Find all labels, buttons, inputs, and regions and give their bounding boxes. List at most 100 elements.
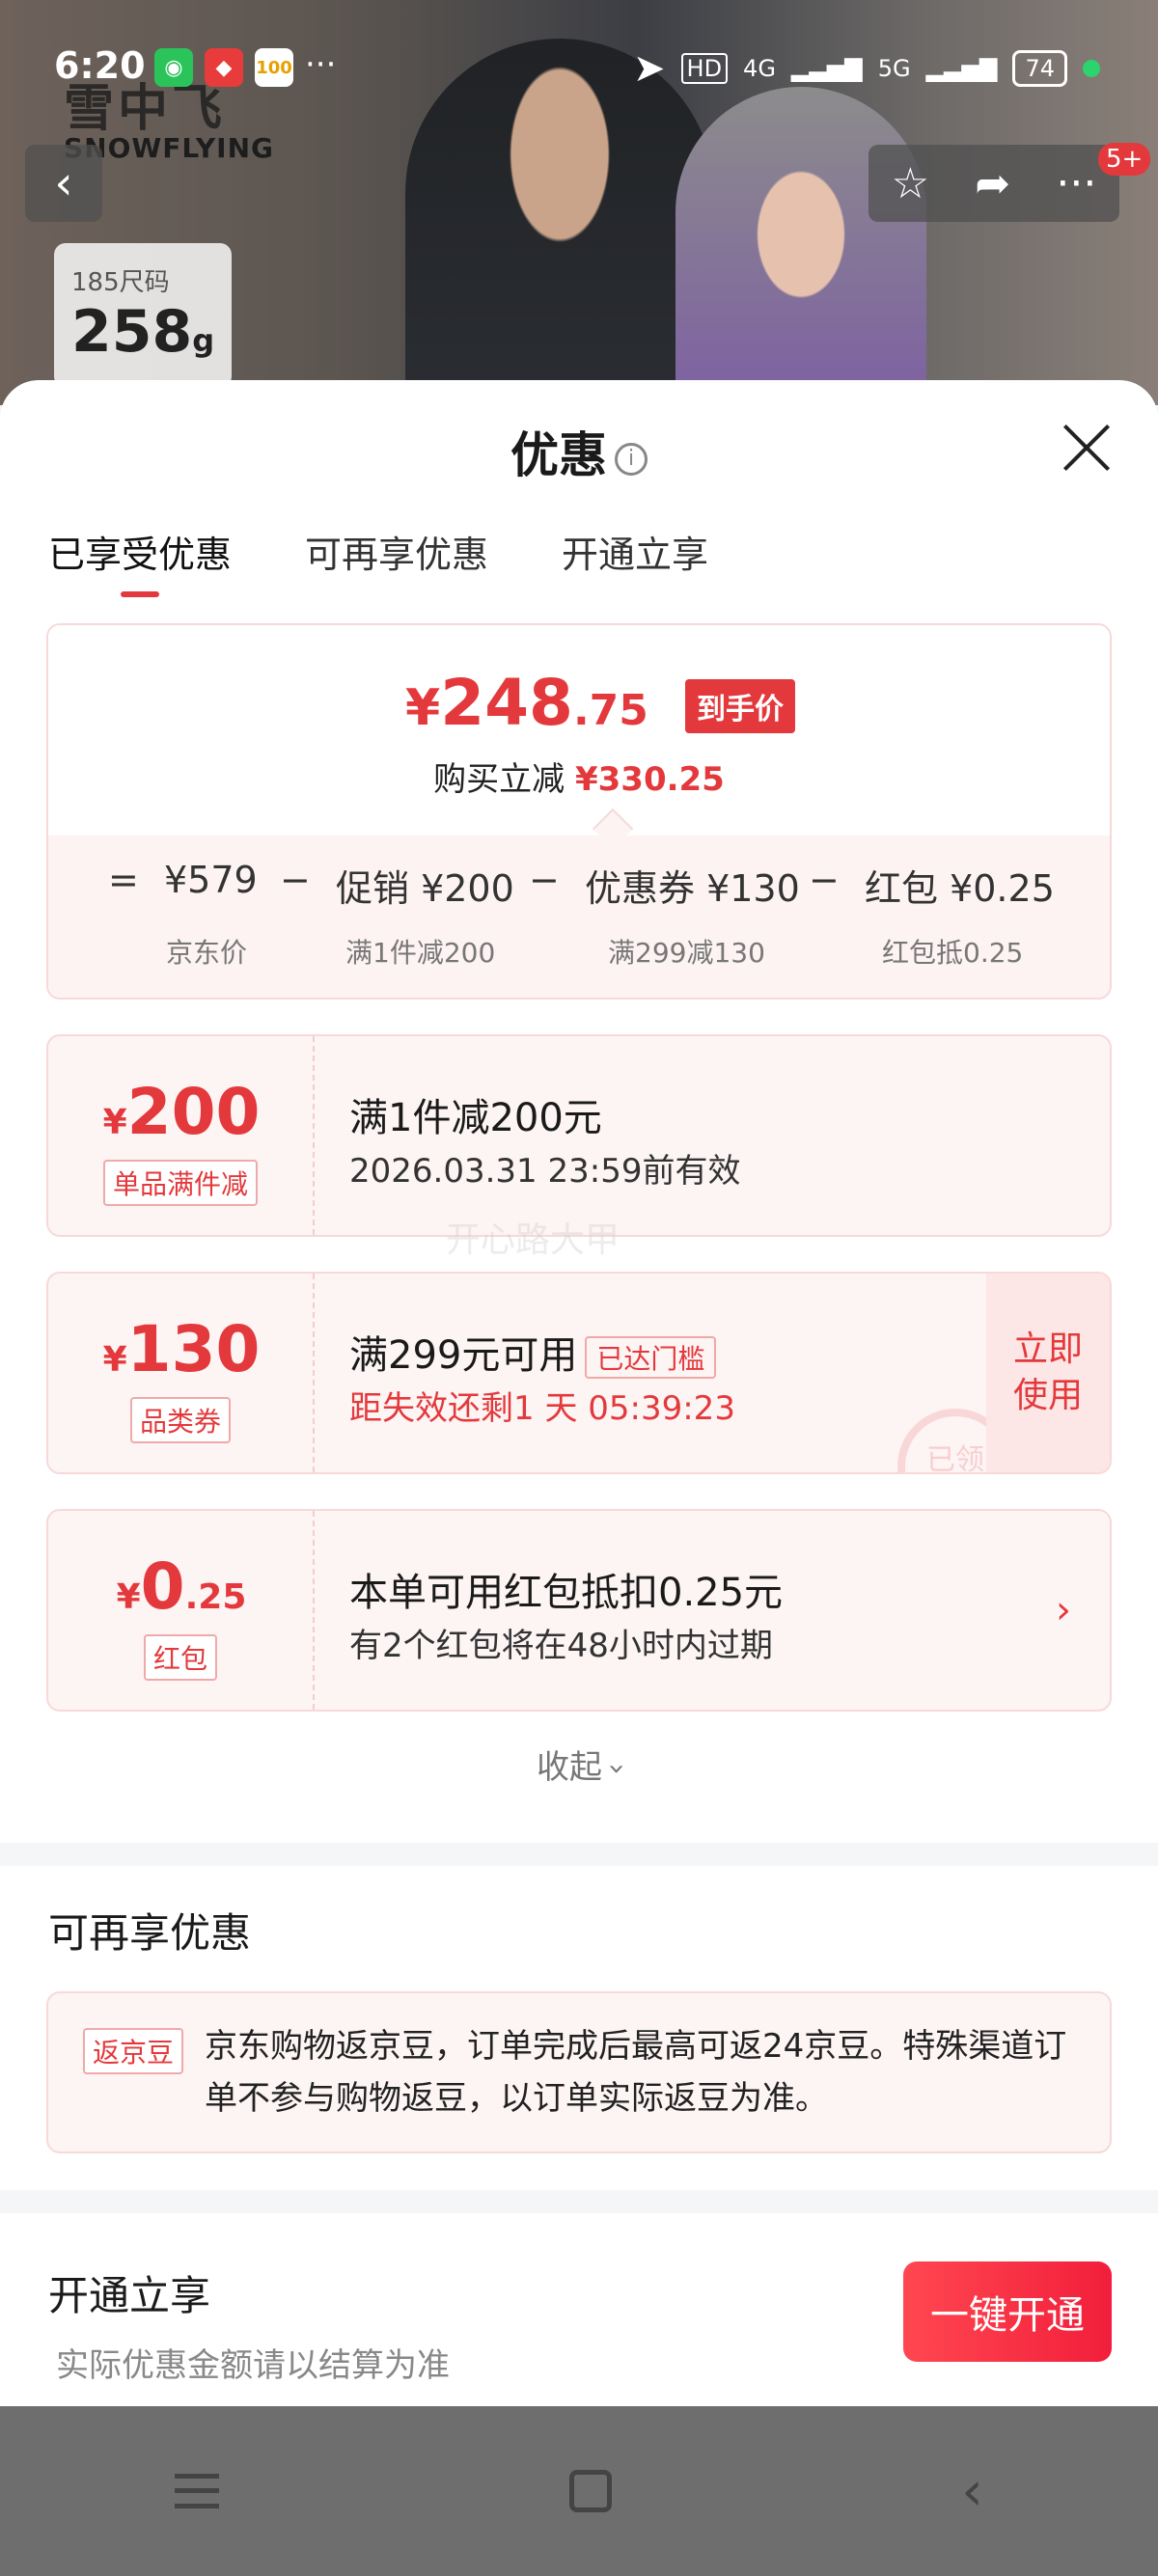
price-currency: ¥ [405,679,441,737]
coupon-countdown: 距失效还剩1 天 05:39:23 [349,1389,735,1428]
sheet-title-text: 优惠 [510,427,607,483]
jd-bean-card: 返京豆 京东购物返京豆，订单完成后最高可返24京豆。特殊渠道订单不参与购物返豆，… [46,1991,1112,2153]
one-click-open-button[interactable]: 一键开通 [903,2261,1112,2362]
message-badge: 5+ [1098,143,1151,176]
redpacket-amount: 红包 ¥0.25 [865,867,1055,910]
location-icon: ➤ [633,46,666,91]
final-price-tag: 到手价 [685,679,795,733]
save-label: 购买立减 [433,760,565,799]
promo-label: 满1件减200 [345,937,496,969]
status-time: 6:20 [54,44,146,87]
coupon-amount-block: ¥0.25 [48,1549,315,1624]
model-woman-image [676,87,926,415]
final-price: ¥248.75 [405,666,648,740]
more-notifications-icon: ··· [305,45,337,84]
minus-sign-3: − [809,859,840,901]
status-bar: 6:20 ◉ ◆ 100 ··· ➤ HD 4G ▂▃▅▇ 5G ▂▃▅▇ 74 [0,39,1158,96]
use-now-label: 立即使用 [1012,1329,1083,1415]
summary-top: ¥248.75 到手价 购买立减 ¥330.25 [48,625,1110,836]
coupon-left: ¥0.25 红包 [48,1511,315,1710]
coupon-left: ¥130 品类券 [48,1274,315,1472]
menu-icon[interactable] [175,2474,220,2508]
coupon-label: 满299减130 [608,937,765,969]
price-dec: .75 [572,686,648,735]
redpacket-expiry-note: 有2个红包将在48小时内过期 [349,1627,773,1665]
coupon-card-redpacket[interactable]: ¥0.25 红包 本单可用红包抵扣0.25元 有2个红包将在48小时内过期 › [46,1509,1112,1712]
model-man-image [405,39,714,425]
coupon-value-dec: .25 [184,1577,247,1617]
status-right: ➤ HD 4G ▂▃▅▇ 5G ▂▃▅▇ 74 [633,46,1100,91]
chevron-up-icon: ‹ [598,1763,633,1775]
app-100-icon: 100 [255,48,293,87]
battery-icon: 74 [1012,50,1067,87]
weight-unit: g [192,322,215,359]
coupon-currency: ¥ [102,1340,127,1380]
coupon-currency: ¥ [116,1577,141,1617]
bean-description: 京东购物返京豆，订单完成后最高可返24京豆。特殊渠道订单不参与购物返豆，以订单实… [205,2027,1067,2118]
bean-tag: 返京豆 [83,2028,184,2074]
jd-price: ¥579 [164,859,258,901]
home-icon[interactable] [568,2470,612,2512]
more-discounts-title: 可再享优惠 [48,1909,252,1957]
coupon-left: ¥200 单品满件减 [48,1036,315,1235]
info-icon[interactable]: i [615,442,648,476]
coupon-card-promo: ¥200 单品满件减 满1件减200元 2026.03.31 23:59前有效 [46,1034,1112,1237]
minus-sign-2: − [529,859,560,901]
sheet-title: 优惠 i [0,417,1158,486]
price-int: 248 [440,666,573,740]
favorite-star-icon[interactable]: ☆ [892,159,929,208]
size-weight-tag: 185尺码 258g [54,243,232,388]
redpacket-label: 红包抵0.25 [882,937,1024,969]
discount-sheet: 优惠 i 已享受优惠 可再享优惠 开通立享 ¥248.75 到手价 购买立减 ¥3… [0,380,1158,2406]
coupon-validity: 2026.03.31 23:59前有效 [349,1152,741,1191]
tab-bar: 已享受优惠 可再享优惠 开通立享 [48,525,708,597]
save-amount: ¥330.25 [574,760,725,799]
coupon-condition: 满1件减200元 [349,1096,602,1140]
status-app-icons: ◉ ◆ 100 ··· [154,48,336,87]
close-icon[interactable] [1060,419,1114,473]
coupon-amount-block: ¥200 [48,1075,315,1149]
use-now-button[interactable]: 立即使用 [986,1274,1110,1472]
weight-value: 258g [71,298,214,366]
top-actions: ☆ ➦ ··· [868,145,1119,222]
network-5g: 5G [877,55,911,82]
share-icon[interactable]: ➦ [975,159,1010,208]
price-summary: ¥248.75 到手价 购买立减 ¥330.25 = ¥579 − 促销 ¥20… [46,623,1112,1000]
coupon-value: 0 [140,1549,185,1624]
minus-sign-1: − [280,859,311,901]
back-nav-icon[interactable]: ‹ [961,2460,982,2523]
tab-open-enjoy[interactable]: 开通立享 [562,525,708,597]
save-line: 购买立减 ¥330.25 [48,753,1110,800]
threshold-reached-badge: 已达门槛 [585,1336,717,1379]
coupon-type-tag: 品类券 [129,1397,232,1443]
watermark-text: 开心路大甲 [446,1220,620,1260]
coupon-value: 200 [126,1075,261,1149]
wechat-icon: ◉ [154,48,193,87]
size-label: 185尺码 [71,268,170,297]
section-divider [0,1843,1158,1866]
coupon-condition: 满299元可用 已达门槛 [349,1324,717,1380]
promo-amount: 促销 ¥200 [336,867,514,910]
tab-enjoyed[interactable]: 已享受优惠 [48,525,232,597]
equals-sign: = [108,859,139,901]
network-4g: 4G [743,55,776,82]
privacy-dot-icon [1083,60,1100,77]
open-enjoy-title: 开通立享 [48,2272,211,2319]
chevron-right-icon: › [1056,1588,1071,1632]
back-button[interactable]: ‹ [25,145,102,222]
open-enjoy-subtitle: 实际优惠金额请以结算为准 [56,2346,450,2385]
more-icon[interactable]: ··· [1056,159,1096,208]
signal-icon-2: ▂▃▅▇ [925,55,998,82]
collapse-button[interactable]: 收起‹ [0,1740,1158,1788]
redpacket-description: 本单可用红包抵扣0.25元 [349,1571,784,1615]
tab-more-discounts[interactable]: 可再享优惠 [305,525,488,597]
chevron-left-icon: ‹ [54,156,73,210]
collapse-label: 收起 [537,1748,602,1787]
coupon-amount-block: ¥130 [48,1312,315,1386]
jd-price-label: 京东价 [166,937,248,969]
system-nav-bar: ‹ [0,2406,1158,2576]
signal-icon: ▂▃▅▇ [790,55,863,82]
weight-number: 258 [71,298,193,366]
coupon-type-tag: 红包 [143,1634,218,1681]
coupon-value: 130 [126,1312,261,1386]
